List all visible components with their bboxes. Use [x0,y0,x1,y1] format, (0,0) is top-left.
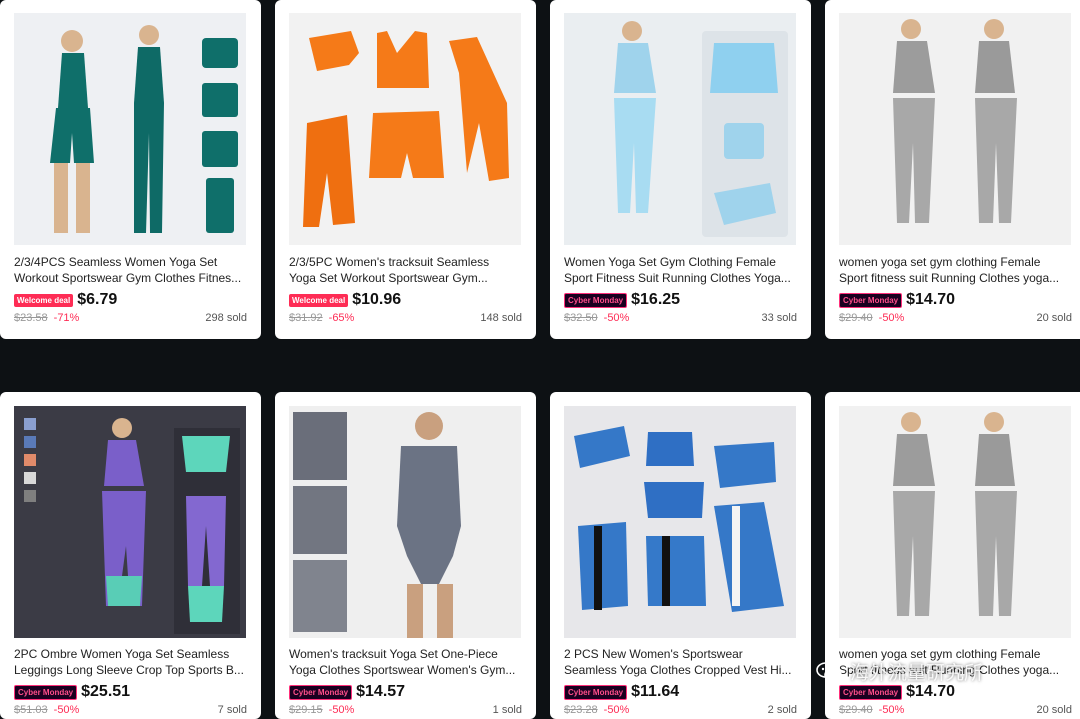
price-line: Cyber Monday $14.70 [839,289,955,311]
price-line: Welcome deal $6.79 [14,289,117,311]
original-price: $23.28 [564,704,598,716]
product-title-line1: Women Yoga Set Gym Clothing Female [564,255,776,269]
product-title-line2: Seamless Yoga Clothes Cropped Vest Hi... [564,663,792,677]
product-title-line1: 2/3/5PC Women's tracksuit Seamless [289,255,490,269]
current-price: $14.70 [906,291,956,308]
product-image[interactable] [14,406,246,638]
product-title-line1: women yoga set gym clothing Female [839,255,1041,269]
discount-percent: -71% [53,312,80,324]
deal-badge: Cyber Monday [839,292,903,308]
product-card[interactable]: Women's tracksuit Yoga Set One-Piece Yog… [275,392,536,719]
discount-percent: -65% [328,312,355,324]
original-price: $23.58 [14,312,48,324]
original-price: $51.03 [14,704,48,716]
product-title-line2: Yoga Clothes Sportswear Women's Gym... [289,663,516,677]
product-image[interactable] [564,406,796,638]
product-title-line2: Sport Fitness Suit Running Clothes Yoga.… [564,271,791,285]
product-title-line2: Yoga Set Workout Sportswear Gym... [289,271,488,285]
product-title[interactable]: 2/3/4PCS Seamless Women Yoga Set Workout… [14,254,250,286]
deal-badge: Cyber Monday [289,684,353,700]
current-price: $11.64 [631,683,680,700]
original-price: $29.40 [839,312,873,324]
deal-badge: Welcome deal [289,293,349,307]
current-price: $16.25 [631,291,681,308]
price-line: Cyber Monday $16.25 [564,289,680,311]
product-card[interactable]: 2PC Ombre Women Yoga Set Seamless Leggin… [0,392,261,719]
current-price: $14.57 [356,683,406,700]
deal-badge: Cyber Monday [564,292,628,308]
product-title-line1: 2PC Ombre Women Yoga Set Seamless [14,647,230,661]
deal-badge: Welcome deal [14,293,74,307]
current-price: $6.79 [77,291,118,308]
sold-count: 33 sold [761,312,797,324]
price-line: Cyber Monday $14.70 [839,681,955,703]
price-line: Cyber Monday $11.64 [564,681,679,703]
product-title-line1: women yoga set gym clothing Female [839,647,1041,661]
product-title[interactable]: Women Yoga Set Gym Clothing Female Sport… [564,254,800,286]
product-image[interactable] [289,13,521,245]
sold-count: 2 sold [767,704,797,716]
product-title-line2: Workout Sportswear Gym Clothes Fitnes... [14,271,242,285]
sold-count: 298 sold [205,312,247,324]
discount-percent: -50% [878,312,905,324]
product-card[interactable]: 2 PCS New Women's Sportswear Seamless Yo… [550,392,811,719]
deal-badge: Cyber Monday [839,684,903,700]
product-card[interactable]: women yoga set gym clothing Female Sport… [825,392,1080,719]
sold-count: 20 sold [1036,312,1072,324]
meta-line: $51.03 -50% 7 sold [14,704,247,716]
product-image[interactable] [839,13,1071,245]
discount-percent: -50% [53,704,80,716]
product-card[interactable]: Women Yoga Set Gym Clothing Female Sport… [550,0,811,339]
meta-line: $29.15 -50% 1 sold [289,704,522,716]
product-title-line2: Leggings Long Sleeve Crop Top Sports B..… [14,663,244,677]
product-title[interactable]: Women's tracksuit Yoga Set One-Piece Yog… [289,646,525,678]
original-price: $31.92 [289,312,323,324]
product-title[interactable]: 2/3/5PC Women's tracksuit Seamless Yoga … [289,254,525,286]
discount-percent: -50% [603,704,630,716]
product-title-line1: 2/3/4PCS Seamless Women Yoga Set [14,255,218,269]
sold-count: 148 sold [480,312,522,324]
product-image[interactable] [14,13,246,245]
product-card[interactable]: 2/3/5PC Women's tracksuit Seamless Yoga … [275,0,536,339]
product-card[interactable]: women yoga set gym clothing Female Sport… [825,0,1080,339]
meta-line: $29.40 -50% 20 sold [839,312,1072,324]
deal-badge: Cyber Monday [14,684,78,700]
meta-line: $23.28 -50% 2 sold [564,704,797,716]
deal-badge: Cyber Monday [564,684,628,700]
original-price: $29.40 [839,704,873,716]
price-line: Cyber Monday $25.51 [14,681,130,703]
product-image[interactable] [839,406,1071,638]
product-title-line1: Women's tracksuit Yoga Set One-Piece [289,647,498,661]
meta-line: $32.50 -50% 33 sold [564,312,797,324]
original-price: $29.15 [289,704,323,716]
product-title-line1: 2 PCS New Women's Sportswear [564,647,743,661]
product-image[interactable] [289,406,521,638]
price-line: Cyber Monday $14.57 [289,681,405,703]
product-title-line2: Sport fitness suit Running Clothes yoga.… [839,271,1060,285]
meta-line: $23.58 -71% 298 sold [14,312,247,324]
price-line: Welcome deal $10.96 [289,289,401,311]
product-title[interactable]: women yoga set gym clothing Female Sport… [839,646,1075,678]
product-title[interactable]: 2PC Ombre Women Yoga Set Seamless Leggin… [14,646,250,678]
product-title[interactable]: 2 PCS New Women's Sportswear Seamless Yo… [564,646,800,678]
current-price: $25.51 [81,683,131,700]
discount-percent: -50% [603,312,630,324]
discount-percent: -50% [328,704,355,716]
sold-count: 1 sold [492,704,522,716]
product-title-line2: Sport fitness suit Running Clothes yoga.… [839,663,1060,677]
product-card[interactable]: 2/3/4PCS Seamless Women Yoga Set Workout… [0,0,261,339]
current-price: $10.96 [352,291,402,308]
sold-count: 7 sold [217,704,247,716]
discount-percent: -50% [878,704,905,716]
meta-line: $31.92 -65% 148 sold [289,312,522,324]
meta-line: $29.40 -50% 20 sold [839,704,1072,716]
product-image[interactable] [564,13,796,245]
sold-count: 20 sold [1036,704,1072,716]
original-price: $32.50 [564,312,598,324]
product-title[interactable]: women yoga set gym clothing Female Sport… [839,254,1075,286]
current-price: $14.70 [906,683,956,700]
